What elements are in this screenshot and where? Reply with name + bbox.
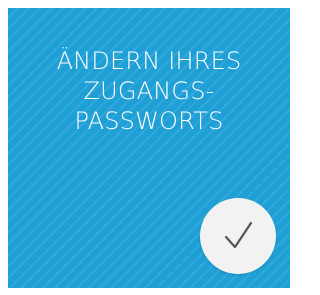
tile-title-line-3: PASSWORTS <box>74 107 224 135</box>
tile-title-line-1: ÄNDERN IHRES <box>56 47 242 75</box>
checkmark-icon <box>224 221 253 249</box>
confirm-button[interactable] <box>200 198 276 274</box>
tile-title: ÄNDERN IHRES ZUGANGS- PASSWORTS <box>8 46 290 136</box>
tile-title-line-2: ZUGANGS- <box>83 77 215 105</box>
change-password-tile[interactable]: ÄNDERN IHRES ZUGANGS- PASSWORTS <box>8 8 290 288</box>
